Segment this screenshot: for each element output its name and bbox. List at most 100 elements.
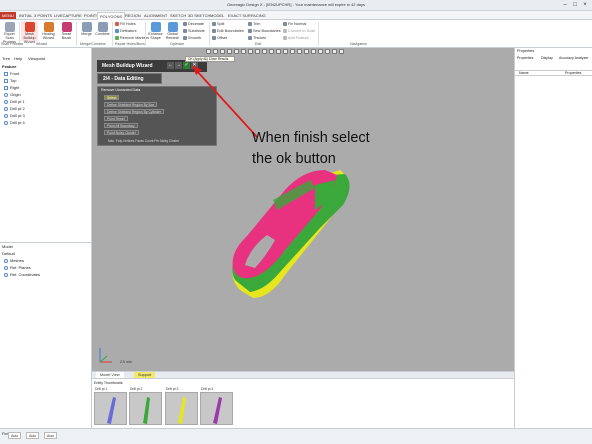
tree-item-default[interactable]: Default — [2, 251, 15, 257]
tree-item-front[interactable]: Front — [4, 71, 19, 77]
group-label-edit: Edit — [255, 42, 262, 46]
filter-icon[interactable] — [290, 49, 295, 54]
panel-divider — [0, 242, 92, 243]
previous-button[interactable]: ← — [167, 62, 174, 69]
tab-region[interactable]: REGION — [123, 12, 143, 19]
tree-item-top[interactable]: Top — [4, 78, 16, 84]
mesh-buildup-wizard-button[interactable]: Mesh Buildup Wizard — [21, 21, 38, 43]
smart-brush-button[interactable]: Smart Brush — [58, 21, 75, 41]
tree-item-drill-1[interactable]: Drill pt 1 — [4, 99, 25, 105]
defeature-icon — [115, 29, 119, 33]
grid-icon[interactable] — [318, 49, 323, 54]
edit-boundaries-button[interactable]: Edit Boundaries — [212, 28, 244, 34]
view-icon[interactable] — [241, 49, 246, 54]
thicken-icon — [248, 36, 252, 40]
tree-item-right[interactable]: Right — [4, 85, 19, 91]
thicken-button[interactable]: Thicken — [248, 35, 266, 41]
option-shield-box[interactable]: Define Shielded Region By Box — [104, 102, 158, 107]
subdivide-button[interactable]: Subdivide — [183, 28, 205, 34]
status-select-1[interactable]: Auto — [8, 432, 22, 439]
tree-item-origin[interactable]: Origin — [4, 92, 21, 98]
merge-button[interactable]: Merge — [78, 21, 95, 41]
ok-button[interactable]: ✓ — [183, 62, 190, 69]
fit-icon[interactable] — [234, 49, 239, 54]
fix-normal-button[interactable]: Fix Normal — [283, 21, 306, 27]
close-window-button[interactable]: × — [580, 1, 590, 9]
light-icon[interactable] — [304, 49, 309, 54]
tree-item-drill-2[interactable]: Drill pt 2 — [4, 106, 25, 112]
fill-holes-button[interactable]: Fill Holes — [115, 21, 136, 27]
option-point-reset[interactable]: Point Reset — [104, 116, 128, 121]
remove-markers-button[interactable]: Remove Markers — [115, 35, 149, 41]
camera-icon[interactable] — [311, 49, 316, 54]
thumbnail-drill-1[interactable]: Drill pt 1 — [94, 387, 127, 425]
tree-label: Drill pt 1 — [10, 99, 25, 104]
tab-model[interactable]: MODEL — [208, 12, 226, 19]
option-select[interactable]: Select — [104, 95, 120, 100]
tab-viewpoint[interactable]: Viewpoint — [28, 56, 45, 62]
smooth-button[interactable]: Smooth — [183, 35, 201, 41]
display-icon[interactable] — [255, 49, 260, 54]
thumbnail-drill-2[interactable]: Drill pt 2 — [129, 387, 162, 425]
defeature-button[interactable]: Defeature — [115, 28, 137, 34]
tab-tree[interactable]: Tree — [2, 56, 10, 62]
zoom-icon[interactable] — [227, 49, 232, 54]
decimate-button[interactable]: Decimate — [183, 21, 204, 27]
split-button[interactable]: Split — [212, 21, 224, 27]
tab-alignment[interactable]: ALIGNMENT — [142, 12, 169, 19]
tab-accuracy-analyzer[interactable]: Accuracy Analyzer — [559, 56, 589, 60]
minimize-button[interactable]: – — [560, 1, 570, 9]
enhance-shape-button[interactable]: Enhance Shape — [147, 21, 164, 41]
healing-icon — [43, 22, 54, 32]
button-label: Defeature — [120, 29, 137, 33]
circle-select-icon[interactable] — [276, 49, 281, 54]
poly-select-icon[interactable] — [283, 49, 288, 54]
status-bar: Finish Auto Auto Auto — [0, 428, 592, 444]
option-shield-cylinder[interactable]: Define Shielded Region By Cylinder — [104, 109, 164, 114]
tab-polygons[interactable]: POLYGONS — [97, 12, 126, 20]
status-select-2[interactable]: Auto — [26, 432, 40, 439]
trim-button[interactable]: Trim — [248, 21, 260, 27]
select-icon[interactable] — [206, 49, 211, 54]
group-label-scan-process: Scan Process — [1, 42, 24, 46]
tree-item-ref-coordinates[interactable]: Ref. Coordinates — [4, 272, 40, 278]
export-scan-process-button[interactable]: Export Scan Process — [1, 21, 18, 43]
annotation-arrow — [192, 65, 258, 138]
tree-item-drill-3[interactable]: Drill pt 3 — [4, 113, 25, 119]
healing-wizard-button[interactable]: Healing Wizard — [40, 21, 57, 41]
global-remesh-button[interactable]: Global Remesh — [164, 21, 181, 41]
sew-boundaries-button[interactable]: Sew Boundaries — [248, 28, 281, 34]
tab-properties[interactable]: Properties — [517, 56, 533, 60]
settings-icon[interactable] — [339, 49, 344, 54]
lasso-icon[interactable] — [262, 49, 267, 54]
thumbnail-drill-3[interactable]: Drill pt 3 — [165, 387, 198, 425]
convert-to-scan-button[interactable]: Convert to Scan — [283, 28, 315, 34]
tree-item-drill-4[interactable]: Drill pt 4 — [4, 120, 25, 126]
combine-button[interactable]: Combine — [94, 21, 111, 41]
tab-help[interactable]: Help — [14, 56, 22, 62]
maximize-button[interactable]: □ — [570, 1, 580, 9]
shading-icon[interactable] — [297, 49, 302, 54]
pan-icon[interactable] — [220, 49, 225, 54]
tree-item-meshes[interactable]: Meshes — [4, 258, 24, 264]
tab-display[interactable]: Display — [541, 56, 553, 60]
next-button[interactable]: → — [175, 62, 182, 69]
option-point-noisy[interactable]: Point Noisy Cluster — [104, 130, 139, 135]
tab-livecapture[interactable]: LIVECAPTURE — [52, 12, 84, 19]
button-label: Trim — [253, 22, 261, 26]
snap-icon[interactable] — [325, 49, 330, 54]
status-select-3[interactable]: Auto — [44, 432, 58, 439]
rotate-icon[interactable] — [213, 49, 218, 54]
brush-select-icon[interactable] — [269, 49, 274, 54]
offset-button[interactable]: Offset — [212, 35, 227, 41]
section-icon[interactable] — [248, 49, 253, 54]
tab-exact-surfacing[interactable]: EXACT SURFACING — [226, 12, 268, 19]
thumbnail-drill-4[interactable]: Drill pt 4 — [200, 387, 233, 425]
mesh-model[interactable] — [215, 140, 365, 310]
option-point-boundary[interactable]: Point All Boundary — [104, 123, 138, 128]
add-feature-button[interactable]: Add Feature — [283, 35, 309, 41]
tab-3-points[interactable]: 3 POINTS — [32, 12, 54, 19]
measure-icon[interactable] — [332, 49, 337, 54]
tree-item-ref-planes[interactable]: Ref. Planes — [4, 265, 31, 271]
tab-menu[interactable]: MENU — [0, 12, 16, 19]
